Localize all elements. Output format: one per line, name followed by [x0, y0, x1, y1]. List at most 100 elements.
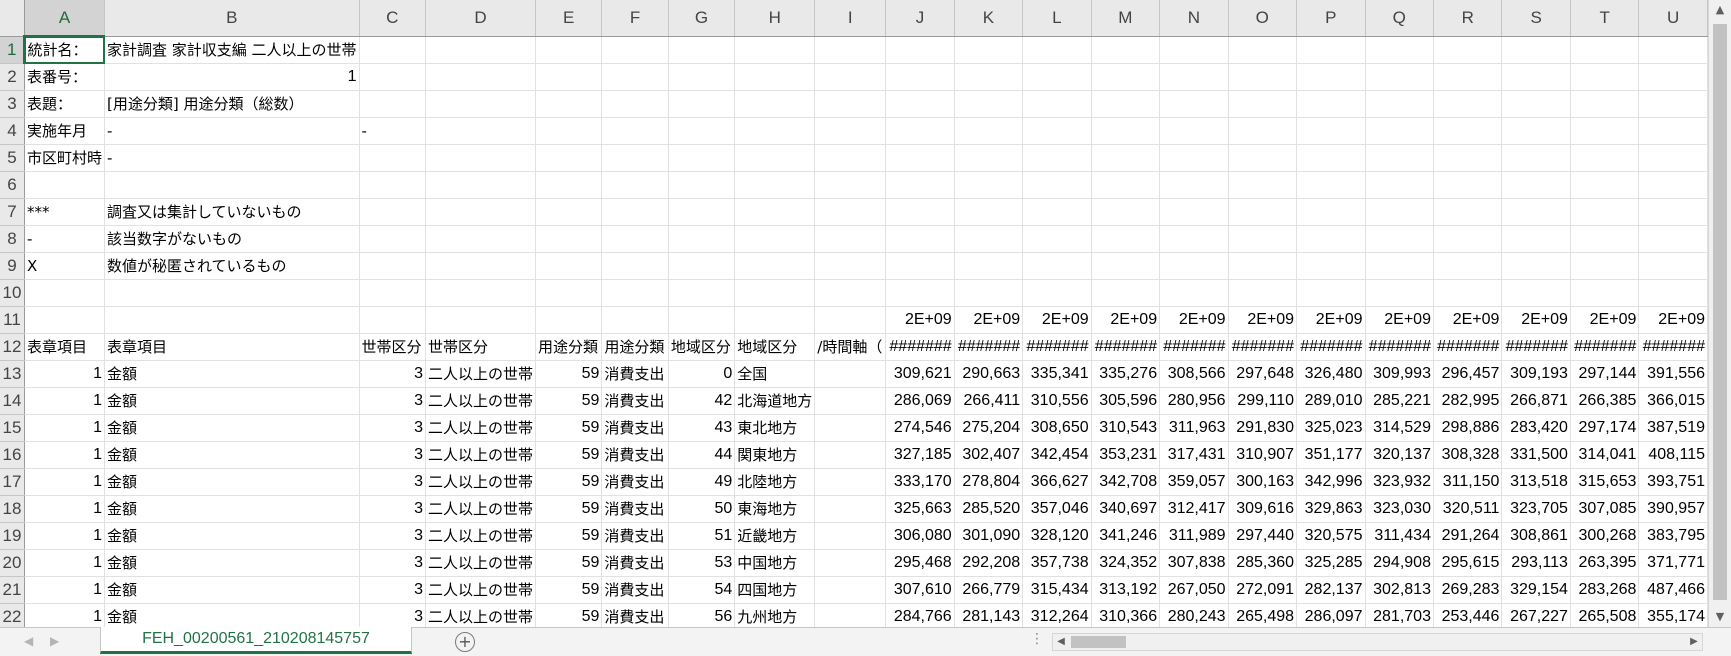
cell[interactable]: 二人以上の世帯 [425, 468, 536, 496]
cell[interactable]: 391,556 [1638, 360, 1708, 388]
cell[interactable]: 326,480 [1296, 360, 1366, 388]
cell[interactable] [1296, 225, 1366, 253]
cell[interactable]: 統計名： [24, 36, 106, 64]
cell[interactable]: *** [24, 198, 106, 226]
cell[interactable]: ####### [1433, 333, 1503, 361]
row-header[interactable]: 20 [0, 549, 25, 577]
cell[interactable]: 54 [668, 576, 736, 604]
cell[interactable] [814, 387, 887, 415]
cell[interactable]: 366,627 [1022, 468, 1092, 496]
cell[interactable]: 307,610 [885, 576, 955, 604]
cell[interactable]: 全国 [734, 360, 816, 388]
cell[interactable]: 342,454 [1022, 441, 1092, 469]
cell[interactable] [601, 198, 669, 226]
cell[interactable] [734, 279, 816, 307]
cell[interactable] [1296, 36, 1366, 64]
cell[interactable] [1638, 252, 1708, 280]
cell[interactable]: /時間軸（ [814, 333, 887, 361]
cell[interactable] [601, 252, 669, 280]
cell[interactable]: 1 [24, 387, 106, 415]
cell[interactable]: 金額 [104, 522, 360, 550]
row-header[interactable]: 18 [0, 495, 25, 523]
cell[interactable]: 消費支出 [601, 576, 669, 604]
cell[interactable]: 56 [668, 603, 736, 627]
cell[interactable]: 表題： [24, 90, 106, 118]
cell[interactable] [425, 63, 536, 91]
cell[interactable]: 二人以上の世帯 [425, 441, 536, 469]
cell[interactable] [1091, 225, 1161, 253]
cell[interactable]: 二人以上の世帯 [425, 495, 536, 523]
cell[interactable]: 371,771 [1638, 549, 1708, 577]
cell[interactable]: 調査又は集計していないもの [104, 198, 360, 226]
vertical-scrollbar[interactable]: ▲ ▼ [1708, 0, 1731, 627]
cell[interactable]: 1 [24, 522, 106, 550]
column-header[interactable]: T [1570, 0, 1640, 37]
cell[interactable]: 1 [104, 63, 360, 91]
cell[interactable]: 357,046 [1022, 495, 1092, 523]
cell[interactable] [1501, 63, 1571, 91]
cell[interactable]: 283,268 [1570, 576, 1640, 604]
cell[interactable]: 金額 [104, 441, 360, 469]
cell[interactable]: 2E+09 [1296, 306, 1366, 334]
row-header[interactable]: 12 [0, 333, 25, 361]
cell[interactable]: 286,097 [1296, 603, 1366, 627]
cell[interactable] [1228, 171, 1298, 199]
row-header[interactable]: 7 [0, 198, 25, 226]
cell[interactable]: 300,268 [1570, 522, 1640, 550]
row-header[interactable]: 9 [0, 252, 25, 280]
cell[interactable]: 296,457 [1433, 360, 1503, 388]
column-header[interactable]: F [601, 0, 669, 37]
cell[interactable]: 306,080 [885, 522, 955, 550]
cell[interactable] [1022, 63, 1092, 91]
cell[interactable] [885, 171, 955, 199]
cell[interactable]: 消費支出 [601, 387, 669, 415]
cell[interactable] [1433, 198, 1503, 226]
scroll-up-icon[interactable]: ▲ [1709, 0, 1731, 20]
cell[interactable]: 320,575 [1296, 522, 1366, 550]
cell[interactable]: 59 [535, 549, 603, 577]
cell[interactable] [601, 63, 669, 91]
cell[interactable]: 351,177 [1296, 441, 1366, 469]
cell[interactable] [814, 63, 887, 91]
cell[interactable]: 51 [668, 522, 736, 550]
cell[interactable] [24, 171, 106, 199]
cell[interactable] [1433, 252, 1503, 280]
cell[interactable]: X [24, 252, 106, 280]
cell[interactable] [1159, 144, 1229, 172]
cell[interactable] [1228, 144, 1298, 172]
cell[interactable]: 二人以上の世帯 [425, 522, 536, 550]
cell[interactable] [734, 144, 816, 172]
cell[interactable]: 408,115 [1638, 441, 1708, 469]
cell[interactable]: 関東地方 [734, 441, 816, 469]
cell[interactable]: 九州地方 [734, 603, 816, 627]
cell[interactable]: 307,085 [1570, 495, 1640, 523]
cell[interactable]: 297,440 [1228, 522, 1298, 550]
cell[interactable]: 消費支出 [601, 360, 669, 388]
cell[interactable]: 3 [359, 441, 426, 469]
cell[interactable]: 341,246 [1091, 522, 1161, 550]
cell[interactable]: 3 [359, 360, 426, 388]
cell[interactable]: 310,543 [1091, 414, 1161, 442]
cell[interactable]: 267,227 [1501, 603, 1571, 627]
cell[interactable]: 299,110 [1228, 387, 1298, 415]
cell[interactable]: 266,871 [1501, 387, 1571, 415]
cell[interactable] [814, 576, 887, 604]
cell[interactable] [535, 144, 603, 172]
cell[interactable]: 295,615 [1433, 549, 1503, 577]
cell[interactable] [814, 252, 887, 280]
cell[interactable] [535, 36, 603, 64]
cell[interactable] [668, 279, 736, 307]
cell[interactable]: ####### [1159, 333, 1229, 361]
cell[interactable]: 1 [24, 495, 106, 523]
cell[interactable]: 297,648 [1228, 360, 1298, 388]
cell[interactable] [814, 225, 887, 253]
cell[interactable]: 2E+09 [1228, 306, 1298, 334]
cell[interactable]: ####### [1501, 333, 1571, 361]
cell[interactable]: 実施年月 [24, 117, 106, 145]
column-header[interactable]: R [1433, 0, 1503, 37]
cell[interactable]: 59 [535, 387, 603, 415]
cell[interactable] [1433, 225, 1503, 253]
next-sheet-icon[interactable]: ▶ [50, 634, 59, 648]
cell[interactable]: 消費支出 [601, 414, 669, 442]
cell[interactable]: ####### [1228, 333, 1298, 361]
